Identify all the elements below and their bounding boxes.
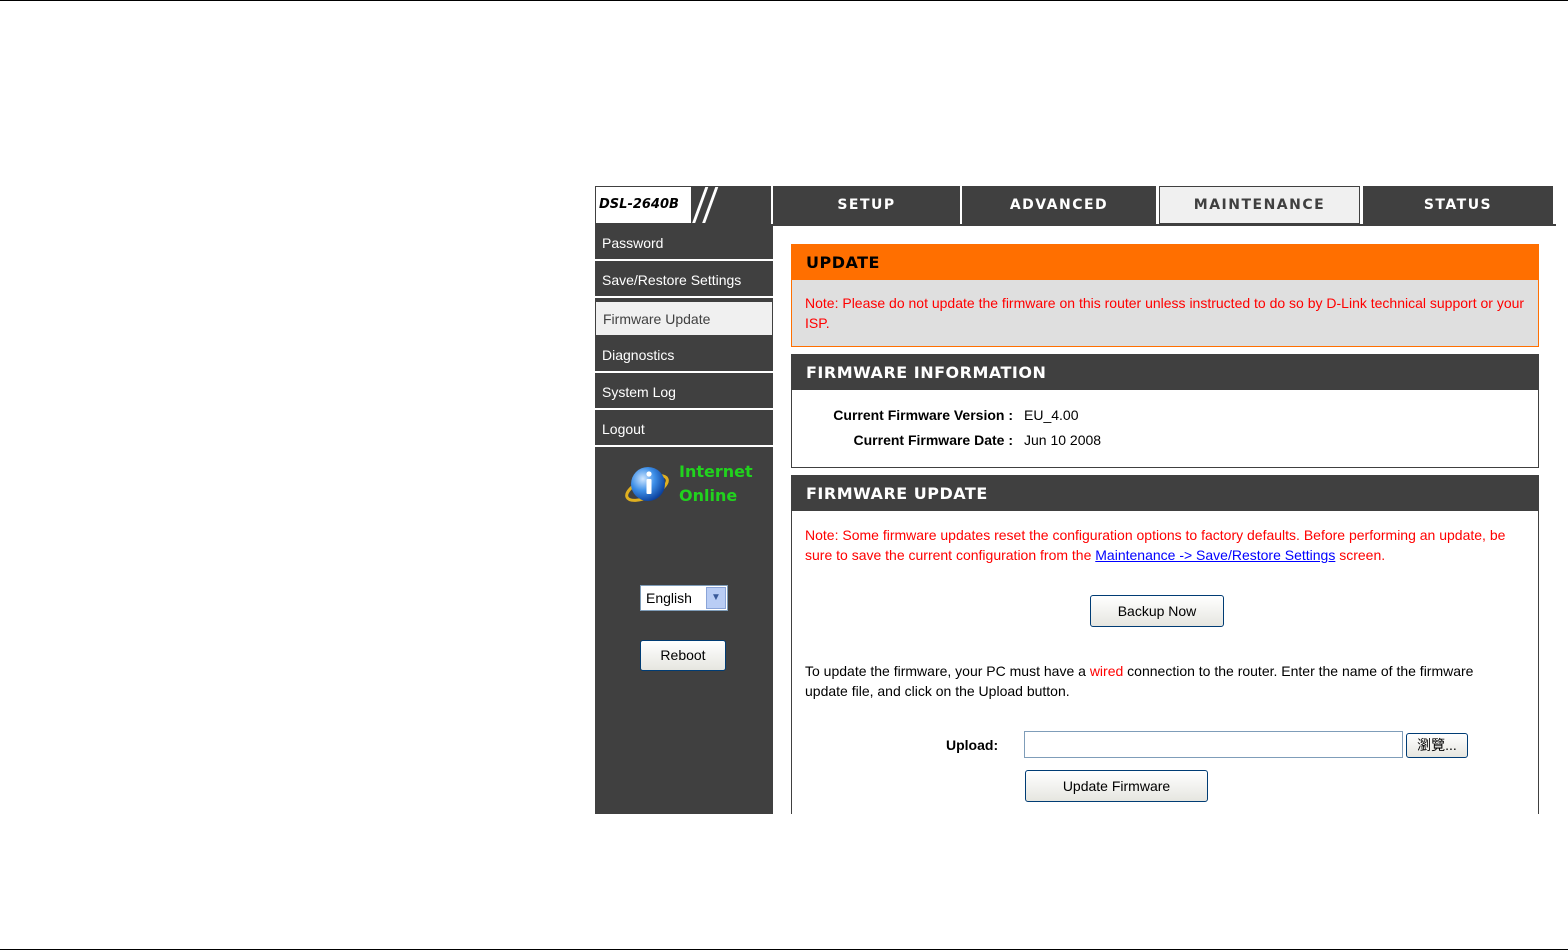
- sidebar: Password Save/Restore Settings Firmware …: [595, 226, 773, 814]
- sidebar-item-save-restore-settings[interactable]: Save/Restore Settings: [595, 263, 773, 298]
- product-logo: DSL-2640B: [595, 186, 771, 224]
- firmware-update-title: FIRMWARE UPDATE: [792, 476, 1538, 511]
- firmware-date-value: Jun 10 2008: [1024, 432, 1102, 448]
- tab-status[interactable]: STATUS: [1363, 186, 1553, 224]
- upload-instructions: To update the firmware, your PC must hav…: [805, 662, 1495, 701]
- upload-file-field[interactable]: [1024, 731, 1403, 758]
- tab-setup[interactable]: SETUP: [773, 186, 960, 224]
- sidebar-item-firmware-update[interactable]: Firmware Update: [595, 301, 773, 336]
- internet-status-line2: Online: [679, 486, 738, 505]
- update-box-title: UPDATE: [792, 245, 1538, 280]
- sidebar-item-logout[interactable]: Logout: [595, 412, 773, 447]
- internet-status-line1: Internet: [679, 462, 753, 481]
- firmware-update-box: FIRMWARE UPDATE Note: Some firmware upda…: [791, 475, 1539, 814]
- model-name: DSL-2640B: [599, 197, 679, 212]
- factory-reset-note: Note: Some firmware updates reset the co…: [805, 526, 1530, 565]
- page-bottom-rule: [0, 949, 1568, 950]
- save-restore-settings-link[interactable]: Maintenance -> Save/Restore Settings: [1095, 547, 1335, 563]
- factory-reset-note-suffix: screen.: [1335, 546, 1386, 563]
- sidebar-item-diagnostics[interactable]: Diagnostics: [595, 338, 773, 373]
- page-top-rule: [0, 0, 1568, 1]
- update-warning-note: Note: Please do not update the firmware …: [805, 295, 1525, 331]
- main-content: UPDATE Note: Please do not update the fi…: [773, 226, 1556, 814]
- top-header: DSL-2640B SETUP ADVANCED MAINTENANCE STA…: [595, 186, 1556, 226]
- update-firmware-button[interactable]: Update Firmware: [1025, 770, 1208, 802]
- tab-maintenance[interactable]: MAINTENANCE: [1159, 186, 1360, 224]
- info-globe-icon: [625, 467, 669, 502]
- internet-status: Internet Online: [679, 460, 753, 508]
- router-admin-frame: DSL-2640B SETUP ADVANCED MAINTENANCE STA…: [595, 186, 1556, 814]
- reboot-button[interactable]: Reboot: [640, 640, 726, 671]
- upload-instructions-text: To update the firmware, your PC must hav…: [805, 663, 1090, 679]
- firmware-date-label: Current Firmware Date :: [853, 432, 1013, 448]
- firmware-version-label: Current Firmware Version :: [833, 407, 1013, 423]
- firmware-info-title: FIRMWARE INFORMATION: [792, 355, 1538, 390]
- update-notice-box: UPDATE Note: Please do not update the fi…: [791, 244, 1539, 347]
- language-selected-value: English: [646, 590, 692, 606]
- firmware-information-box: FIRMWARE INFORMATION Current Firmware Ve…: [791, 354, 1539, 468]
- browse-button[interactable]: 瀏覽...: [1406, 733, 1468, 758]
- firmware-version-value: EU_4.00: [1024, 407, 1079, 423]
- sidebar-item-system-log[interactable]: System Log: [595, 375, 773, 410]
- sidebar-item-password[interactable]: Password: [595, 226, 773, 261]
- upload-label: Upload:: [946, 737, 999, 753]
- chevron-down-icon[interactable]: ▼: [706, 587, 726, 609]
- wired-highlight: wired: [1089, 663, 1124, 679]
- language-select[interactable]: English ▼: [640, 585, 728, 611]
- backup-now-button[interactable]: Backup Now: [1090, 595, 1224, 627]
- tab-advanced[interactable]: ADVANCED: [962, 186, 1156, 224]
